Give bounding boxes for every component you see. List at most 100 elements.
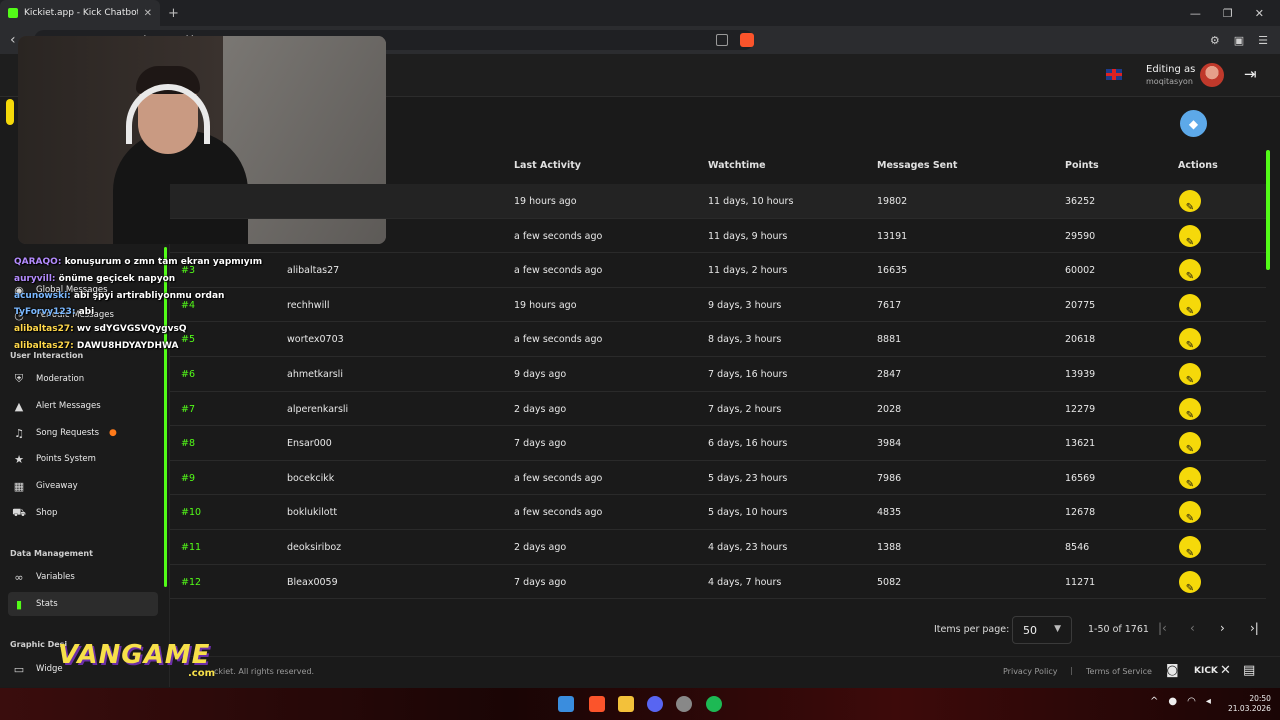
brave-browser-icon[interactable] [589,696,605,712]
spotify-icon[interactable] [706,696,722,712]
x-twitter-icon[interactable]: ✕ [1220,663,1231,678]
table-row[interactable]: #8 Ensar000 7 days ago 6 days, 16 hours … [170,426,1266,461]
table-row[interactable]: #4 rechhwill 19 hours ago 9 days, 3 hour… [170,288,1266,323]
microphone-icon[interactable]: ● [1168,696,1177,707]
sidebar-item-label: Moderation [36,374,85,384]
edit-row-button[interactable]: ✎ [1179,293,1201,317]
col-last-activity[interactable]: Last Activity [514,160,581,171]
discord-icon[interactable] [647,696,663,712]
table-row[interactable]: #3 alibaltas27 a few seconds ago 11 days… [170,253,1266,288]
watermark-text: VANGAME [58,640,211,670]
points-cell: 8546 [1065,541,1090,553]
viewer-ranking-table: 19 hours ago 11 days, 10 hours 19802 362… [170,184,1266,600]
minimize-icon[interactable]: — [1190,7,1201,20]
privacy-policy-link[interactable]: Privacy Policy [1003,667,1058,676]
close-tab-icon[interactable]: ✕ [144,8,152,19]
restore-icon[interactable]: ❐ [1223,7,1233,20]
wallet-icon[interactable]: ▣ [1234,34,1244,47]
username-cell: Bleax0059 [287,576,338,588]
table-row[interactable]: #6 ahmetkarsli 9 days ago 7 days, 16 hou… [170,357,1266,392]
watchtime-cell: 4 days, 23 hours [708,541,788,553]
sidebar-item-giveaway[interactable]: ▦ Giveaway [8,474,158,498]
docs-icon[interactable]: ▤ [1243,663,1255,678]
last-activity-cell: a few seconds ago [514,230,603,242]
sidebar-item-label: Points System [36,454,96,464]
sidebar-item-points-system[interactable]: ★ Points System [8,447,158,471]
last-activity-cell: 7 days ago [514,576,567,588]
last-activity-cell: 9 days ago [514,368,567,380]
editing-as-block: Editing as moqitasyon [1146,64,1195,86]
table-row[interactable]: #12 Bleax0059 7 days ago 4 days, 7 hours… [170,565,1266,600]
edit-row-button[interactable]: ✎ [1179,362,1201,386]
uk-flag-icon[interactable] [1106,69,1122,80]
table-row[interactable]: 19 hours ago 11 days, 10 hours 19802 362… [170,184,1266,219]
edit-row-button[interactable]: ✎ [1179,432,1201,455]
edit-row-button[interactable]: ✎ [1179,259,1201,282]
sidebar-item-shop[interactable]: ⛟ Shop [8,501,158,525]
table-row[interactable]: #11 deoksiriboz 2 days ago 4 days, 23 ho… [170,530,1266,565]
table-row[interactable]: #5 wortex0703 a few seconds ago 8 days, … [170,322,1266,357]
kick-link[interactable]: KICK [1194,666,1218,676]
table-row[interactable]: a few seconds ago 11 days, 9 hours 13191… [170,219,1266,254]
edit-row-button[interactable]: ✎ [1179,501,1201,524]
brave-shield-icon[interactable] [739,33,754,47]
table-scrollbar[interactable] [1266,150,1270,270]
prev-page-icon[interactable]: ‹ [1190,621,1195,635]
last-activity-cell: a few seconds ago [514,507,603,519]
file-explorer-icon[interactable] [618,696,634,712]
edit-row-button[interactable]: ✎ [1179,397,1201,421]
col-points[interactable]: Points [1065,160,1099,171]
menu-icon[interactable]: ☰ [1258,34,1268,47]
windows-start-icon[interactable] [558,696,574,712]
close-window-icon[interactable]: ✕ [1255,7,1264,20]
last-page-icon[interactable]: ›| [1250,621,1259,635]
back-icon[interactable]: ‹ [10,32,16,48]
sidebar-item-label: Song Requests [36,428,100,438]
discord-icon[interactable]: ◙ [1166,663,1179,678]
messages-cell: 2028 [877,403,902,415]
edit-row-button[interactable]: ✎ [1179,570,1201,594]
terms-of-service-link[interactable]: Terms of Service [1086,667,1152,676]
items-per-page-select[interactable]: 50 ▼ [1012,616,1072,644]
edit-row-button[interactable]: ✎ [1179,466,1201,490]
edit-row-button[interactable]: ✎ [1179,224,1201,248]
table-row[interactable]: #10 boklukilott a few seconds ago 5 days… [170,495,1266,530]
avatar[interactable] [1200,63,1224,87]
obs-icon[interactable] [676,696,692,712]
sidebar-item-stats[interactable]: ▮ Stats [8,592,158,616]
new-tab-button[interactable]: + [168,6,179,21]
username-cell: bocekcikk [287,472,335,484]
tray-chevron-icon[interactable]: ^ [1150,696,1158,707]
cart-icon: ⛟ [12,505,26,519]
logout-icon[interactable]: ⇥ [1244,65,1257,83]
pencil-icon: ✎ [1185,305,1195,317]
footer-separator: | [1070,666,1073,675]
edit-row-button[interactable]: ✎ [1179,190,1201,213]
username-cell: alibaltas27 [287,265,340,277]
sidebar-item-variables[interactable]: ∞ Variables [8,565,158,589]
edit-row-button[interactable]: ✎ [1179,535,1201,559]
sidebar-item-song-requests[interactable]: ♫ Song Requests ● [8,421,158,445]
volume-icon[interactable]: ◂ [1206,696,1211,707]
sidebar-item-moderation[interactable]: ⛨ Moderation [8,367,158,391]
next-page-icon[interactable]: › [1220,621,1225,635]
system-tray: ^ ● ◠ ◂ [1150,696,1211,707]
messages-cell: 1388 [877,541,902,553]
table-row[interactable]: #7 alperenkarsli 2 days ago 7 days, 2 ho… [170,392,1266,427]
points-cell: 12678 [1065,507,1096,519]
wifi-icon[interactable]: ◠ [1187,696,1196,707]
share-icon[interactable] [715,34,728,46]
first-page-icon[interactable]: |‹ [1158,621,1167,635]
watchtime-cell: 4 days, 7 hours [708,576,782,588]
sidebar-item-alert-messages[interactable]: ▲ Alert Messages [8,394,158,418]
rank-cell: #6 [181,368,196,380]
col-messages-sent[interactable]: Messages Sent [877,160,957,171]
browser-tab[interactable]: Kickiet.app - Kick Chatbot and C ✕ [0,0,160,26]
table-row[interactable]: #9 bocekcikk a few seconds ago 5 days, 2… [170,461,1266,496]
edit-row-button[interactable]: ✎ [1179,328,1201,352]
col-watchtime[interactable]: Watchtime [708,160,766,171]
taskbar-clock[interactable]: 20:50 21.03.2026 [1228,694,1271,714]
edit-rankings-button[interactable]: ◆ [1180,110,1207,137]
pencil-icon: ✎ [1185,340,1195,352]
extensions-icon[interactable]: ⚙ [1210,34,1220,47]
